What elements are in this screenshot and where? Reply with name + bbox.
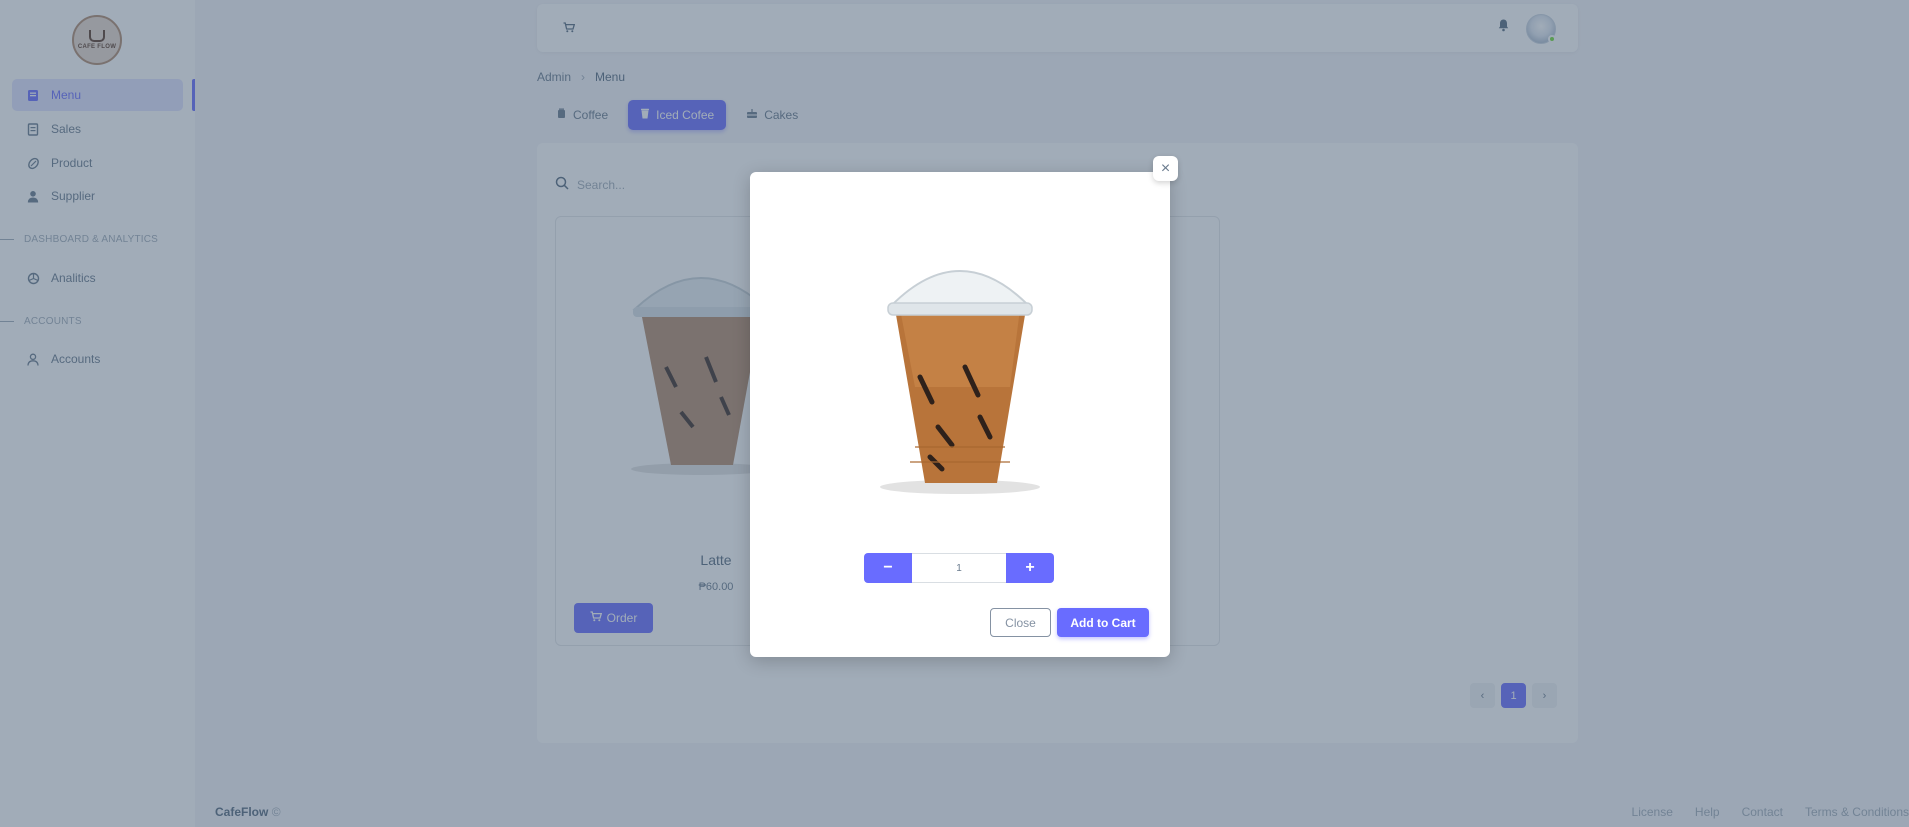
quantity-input[interactable] (912, 553, 1006, 583)
modal-product-image (805, 222, 1115, 522)
close-button[interactable]: Close (990, 608, 1051, 637)
decrease-quantity-button[interactable]: − (864, 553, 912, 583)
quantity-stepper: − + (864, 553, 1054, 583)
add-to-cart-modal: − + Close Add to Cart (750, 172, 1170, 657)
add-to-cart-button[interactable]: Add to Cart (1057, 608, 1149, 637)
close-icon[interactable]: × (1153, 156, 1178, 181)
iced-coffee-image (880, 270, 1040, 494)
increase-quantity-button[interactable]: + (1006, 553, 1054, 583)
